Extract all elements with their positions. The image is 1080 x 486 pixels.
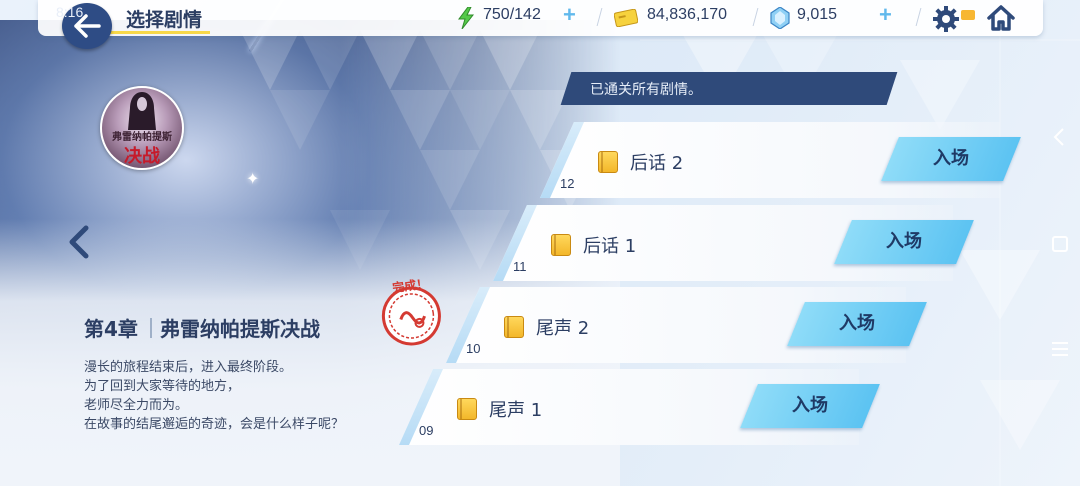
chapter-description-line: 漫长的旅程结束后，进入最终阶段。 bbox=[84, 360, 293, 375]
episode-row[interactable]: 12 后话 2 入场 bbox=[540, 122, 1021, 198]
status-time: 8:16 bbox=[56, 4, 84, 20]
chapter-divider bbox=[150, 318, 152, 338]
system-menu-icon[interactable] bbox=[1048, 337, 1072, 361]
episode-row[interactable]: 10 尾声 2 入场 bbox=[446, 287, 927, 363]
chapter-number: 第4章 bbox=[84, 317, 138, 341]
page-title: 选择剧情 bbox=[126, 9, 203, 31]
episode-number: 10 bbox=[466, 341, 481, 356]
credits-value: 84,836,170 bbox=[647, 6, 728, 23]
episode-number: 11 bbox=[513, 259, 527, 274]
enter-button-label: 入场 bbox=[839, 313, 875, 334]
badge-main-text: 决战 bbox=[124, 146, 160, 167]
episode-number: 12 bbox=[560, 176, 575, 191]
chapter-description-line: 老师尽全力而为。 bbox=[84, 398, 189, 413]
episode-title: 尾声 1 bbox=[489, 400, 543, 421]
book-icon bbox=[551, 234, 571, 256]
episode-title: 尾声 2 bbox=[536, 318, 590, 339]
episode-number: 09 bbox=[419, 423, 434, 438]
stamina-value: 750/142 bbox=[483, 6, 541, 23]
enter-button[interactable]: 入场 bbox=[881, 137, 1021, 181]
chapter-description-line: 为了回到大家等待的地方， bbox=[84, 379, 241, 394]
enter-button-label: 入场 bbox=[792, 395, 828, 416]
chapter-name: 弗雷纳帕提斯决战 bbox=[160, 317, 320, 341]
book-icon bbox=[598, 151, 618, 173]
episode-row[interactable]: 09 尾声 1 入场 bbox=[399, 369, 880, 445]
book-icon bbox=[504, 316, 524, 338]
episode-row[interactable]: 11 后话 1 入场 bbox=[493, 205, 974, 281]
system-home-icon[interactable] bbox=[1048, 232, 1072, 256]
system-back-icon[interactable] bbox=[1048, 125, 1072, 149]
character-silhouette-icon bbox=[128, 92, 156, 130]
chevron-left-icon[interactable] bbox=[64, 222, 94, 262]
enter-button[interactable]: 入场 bbox=[834, 220, 974, 264]
chapter-description-line: 在故事的结尾邂逅的奇迹，会是什么样子呢？ bbox=[84, 417, 345, 432]
pyroxene-value: 9,015 bbox=[797, 6, 838, 23]
title-underline bbox=[110, 31, 210, 34]
credit-card-icon bbox=[614, 9, 638, 27]
completed-stamp: 完成！ bbox=[381, 275, 441, 346]
book-icon bbox=[457, 398, 477, 420]
notification-badge bbox=[961, 10, 975, 20]
stamina-add-button[interactable]: + bbox=[563, 4, 576, 26]
pyroxene-add-button[interactable]: + bbox=[879, 4, 892, 26]
badge-top-text: 弗雷纳帕提斯 bbox=[112, 132, 172, 143]
banner-text: 已通关所有剧情。 bbox=[590, 82, 702, 98]
enter-button-label: 入场 bbox=[933, 148, 969, 169]
episode-title: 后话 1 bbox=[583, 236, 637, 257]
home-icon[interactable] bbox=[986, 5, 1016, 31]
crystal-icon bbox=[770, 7, 790, 29]
lightning-icon bbox=[458, 7, 475, 29]
enter-button-label: 入场 bbox=[886, 231, 922, 252]
gear-icon[interactable] bbox=[932, 5, 960, 33]
episode-title: 后话 2 bbox=[630, 153, 684, 174]
enter-button[interactable]: 入场 bbox=[787, 302, 927, 346]
chapter-badge: 弗雷纳帕提斯 决战 bbox=[100, 86, 184, 170]
enter-button[interactable]: 入场 bbox=[740, 384, 880, 428]
